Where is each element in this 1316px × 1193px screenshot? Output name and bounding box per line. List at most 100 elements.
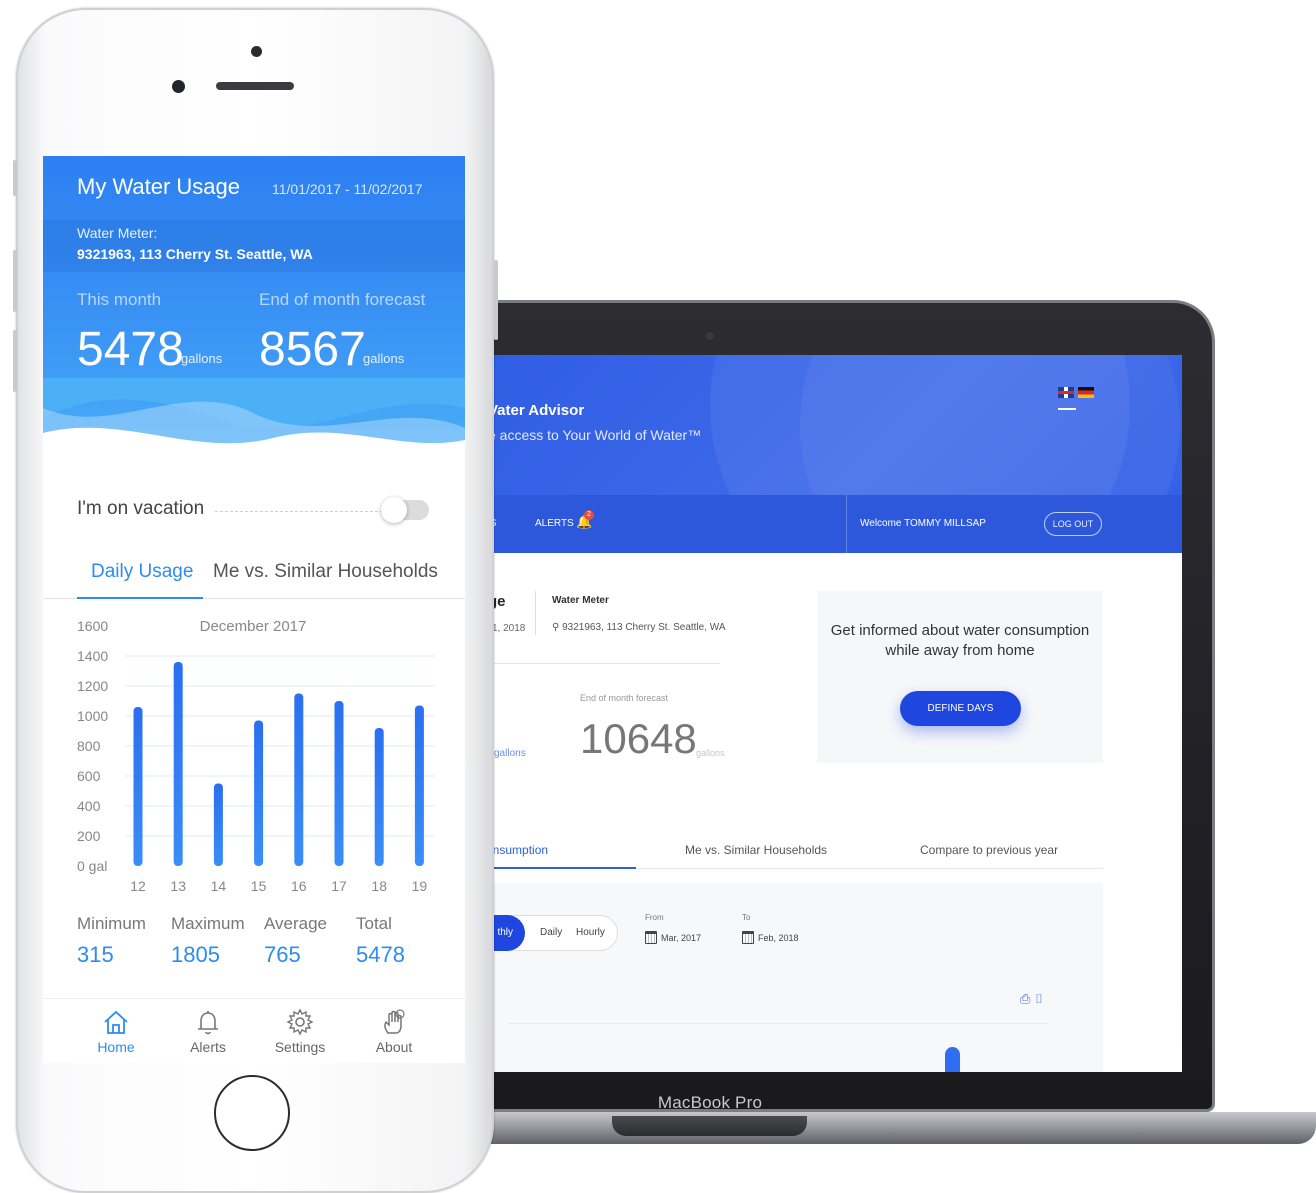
- german-flag-icon[interactable]: [1078, 387, 1094, 398]
- chart-bar[interactable]: [294, 693, 304, 867]
- language-switcher[interactable]: [1058, 387, 1094, 398]
- chart-bar[interactable]: [414, 705, 424, 867]
- y-tick-label: 1000: [77, 708, 108, 724]
- to-date-value: Feb, 2018: [758, 932, 799, 943]
- welcome-text: Welcome TOMMY MILLSAP: [860, 518, 986, 529]
- laptop-screen: Vater Advisor e access to Your World of …: [470, 355, 1182, 1072]
- phone-volume-down: [13, 330, 17, 392]
- chart-gridline: [508, 1023, 1048, 1024]
- to-date-picker[interactable]: Feb, 2018: [742, 931, 799, 944]
- y-tick-label: 1400: [77, 648, 108, 664]
- this-month-unit: gallons: [181, 351, 223, 366]
- from-date-value: Mar, 2017: [661, 932, 702, 943]
- stat-min-value: 315: [77, 942, 114, 967]
- page-title: My Water Usage: [77, 174, 241, 199]
- document-icon[interactable]: ▯: [1034, 991, 1044, 1006]
- usage-stats: Minimum 315 Maximum 1805 Average 765 Tot…: [43, 914, 465, 974]
- active-tab-indicator: [470, 867, 636, 869]
- vacation-card: Get informed about water consumption whi…: [817, 591, 1103, 763]
- tab-daily-usage[interactable]: Daily Usage: [91, 561, 193, 583]
- nav-about[interactable]: About: [359, 1005, 429, 1055]
- chart-bar[interactable]: [334, 701, 344, 866]
- home-icon: [81, 1005, 151, 1039]
- x-tick-label: 16: [291, 878, 307, 894]
- location-pin-icon: ⚲: [552, 622, 563, 633]
- print-icon[interactable]: ⎙: [1020, 991, 1030, 1006]
- forecast-value: 8567: [259, 323, 366, 376]
- water-meter-address: ⚲ 9321963, 113 Cherry St. Seattle, WA: [552, 622, 726, 633]
- consumption-panel: thly Daily Hourly From Mar, 2017 To Feb,…: [470, 883, 1103, 1072]
- this-month-value: 5478: [77, 323, 184, 376]
- x-tick-label: 14: [211, 878, 227, 894]
- define-days-button[interactable]: DEFINE DAYS: [900, 691, 1021, 726]
- this-month-label: This month: [77, 290, 162, 309]
- from-label: From: [645, 913, 664, 922]
- nav-settings[interactable]: Settings: [265, 1005, 335, 1055]
- nav-alerts[interactable]: Alerts: [173, 1005, 243, 1055]
- calendar-icon: [742, 931, 754, 944]
- hourly-button[interactable]: Hourly: [576, 927, 605, 938]
- water-meter-address[interactable]: 9321963, 113 Cherry St. Seattle, WA: [77, 246, 313, 262]
- x-tick-label: 12: [130, 878, 146, 894]
- toggle-knob[interactable]: [381, 497, 407, 523]
- chart-bar: [945, 1047, 960, 1072]
- active-language-indicator: [1058, 408, 1076, 410]
- bell-icon: [173, 1005, 243, 1039]
- stat-avg-value: 765: [264, 942, 301, 967]
- stat-max-value: 1805: [171, 942, 220, 967]
- stat-avg-label: Average: [264, 914, 328, 933]
- nav-alerts[interactable]: ALERTS: [535, 518, 574, 529]
- y-tick-label: 600: [77, 768, 101, 784]
- forecast-label: End of month forecast: [580, 693, 669, 703]
- meter-address-text: 9321963, 113 Cherry St. Seattle, WA: [562, 622, 726, 633]
- daily-usage-chart: 0 gal 200 400 600 800 1000 1200 1400 1600 12 13 14 1…: [77, 618, 435, 894]
- laptop-nav: GS ALERTS 🔔 2 Welcome TOMMY MILLSAP LOG …: [470, 495, 1182, 553]
- tab-previous-year[interactable]: Compare to previous year: [920, 843, 1058, 857]
- laptop-tabs: r Consumption Me vs. Similar Households …: [470, 835, 1103, 869]
- x-tick-label: 15: [251, 878, 267, 894]
- uk-flag-icon[interactable]: [1058, 387, 1074, 398]
- this-month-unit: gallons: [494, 748, 526, 759]
- active-tab-indicator: [77, 597, 203, 599]
- daily-button[interactable]: Daily: [540, 927, 562, 938]
- stat-max-label: Maximum: [171, 914, 245, 933]
- phone-mute-switch: [13, 160, 17, 196]
- laptop-header: Vater Advisor e access to Your World of …: [470, 355, 1182, 495]
- nav-home[interactable]: Home: [81, 1005, 151, 1055]
- tab-similar-households[interactable]: Me vs. Similar Households: [685, 843, 827, 857]
- tab-similar-households[interactable]: Me vs. Similar Households: [213, 561, 438, 583]
- chart-bar[interactable]: [213, 783, 223, 867]
- laptop-brand: MacBook Pro: [657, 1093, 763, 1112]
- app-title: Vater Advisor: [488, 402, 585, 419]
- chart-bar[interactable]: [374, 728, 384, 866]
- dashed-divider: [215, 511, 383, 512]
- date-range[interactable]: 11/01/2017 - 11/02/2017: [272, 181, 423, 197]
- vacation-toggle[interactable]: [381, 497, 429, 523]
- nav-settings-label: Settings: [274, 1039, 326, 1055]
- logout-button[interactable]: LOG OUT: [1044, 512, 1102, 536]
- x-tick-label: 18: [371, 878, 387, 894]
- chart-bar[interactable]: [254, 720, 264, 867]
- home-button[interactable]: [214, 1075, 290, 1151]
- nav-about-label: About: [375, 1039, 413, 1055]
- from-date-picker[interactable]: Mar, 2017: [645, 931, 701, 944]
- phone-volume-up: [13, 250, 17, 312]
- alerts-badge: 2: [584, 510, 594, 520]
- chart-bar[interactable]: [133, 707, 143, 866]
- gear-icon: [265, 1005, 335, 1039]
- y-tick-label: 0 gal: [77, 858, 107, 874]
- laptop-camera: [706, 332, 714, 340]
- x-tick-label: 19: [412, 878, 428, 894]
- phone-screen: My Water Usage 11/01/2017 - 11/02/2017 W…: [43, 156, 465, 1063]
- hand-icon: [359, 1005, 429, 1039]
- forecast-unit: gallons: [363, 351, 405, 366]
- vacation-card-text: Get informed about water consumption whi…: [830, 622, 1090, 659]
- y-tick-label: 200: [77, 828, 101, 844]
- app-subtitle: e access to Your World of Water™: [488, 427, 702, 443]
- y-tick-label: 1600: [77, 618, 108, 634]
- divider: [535, 591, 536, 635]
- stat-total-label: Total: [356, 914, 392, 933]
- chart-bar[interactable]: [173, 662, 183, 866]
- forecast-unit: gallons: [696, 748, 725, 758]
- nav-alerts-label: Alerts: [190, 1039, 226, 1055]
